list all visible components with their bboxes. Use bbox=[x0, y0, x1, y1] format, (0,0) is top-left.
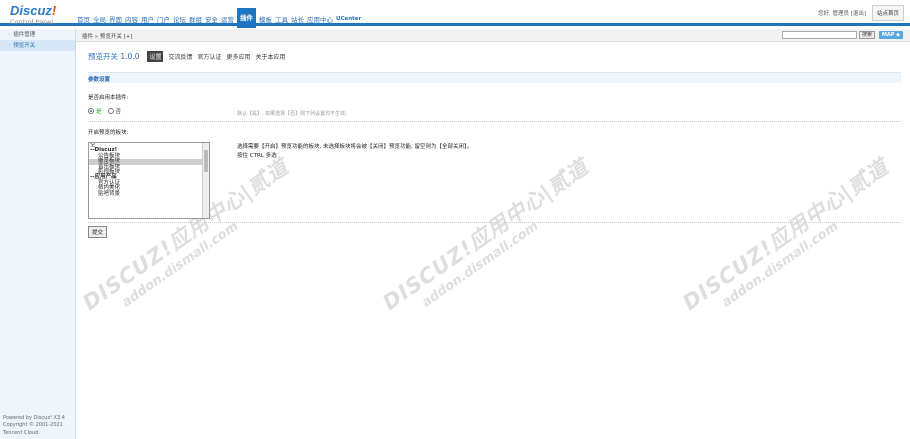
tab-feedback[interactable]: 交流反馈 bbox=[168, 52, 192, 61]
section-header: 参数设置 bbox=[88, 72, 901, 83]
copyright: Copyright © 2001-2021 bbox=[3, 422, 63, 428]
main-nav: 首页 全局 界面 内容 用户 门户 论坛 群组 安全 运营 插件 模板 工具 站… bbox=[77, 8, 364, 28]
tip-line: 按住 CTRL 多选 bbox=[237, 153, 277, 159]
top-header: Discuz! Control Panel 首页 全局 界面 内容 用户 门户 … bbox=[0, 0, 910, 28]
powered-by: Powered by Discuz! X3.4 bbox=[3, 414, 65, 421]
nav-ucenter[interactable]: UCenter bbox=[336, 16, 361, 22]
enable-plugin-tip: 默认【是】, 如果选择【否】则下列设置均不生效。 bbox=[237, 111, 351, 117]
radio-yes[interactable] bbox=[88, 108, 94, 114]
tip-line: 选择需要【开启】预览功能的板块, 未选择板块将会被【关闭】预览功能, 留空则为【… bbox=[237, 144, 473, 150]
forum-select-tip: 选择需要【开启】预览功能的板块, 未选择板块将会被【关闭】预览功能, 留空则为【… bbox=[237, 143, 472, 161]
watermark-text: DISCUZ!应用中心|贰道 bbox=[378, 154, 594, 315]
section-title: 参数设置 bbox=[88, 77, 111, 83]
nav-founder[interactable]: 站长 bbox=[291, 14, 304, 24]
watermark: DISCUZ!应用中心|贰道 addon.dismall.com bbox=[676, 151, 903, 329]
sidebar-item-label: 预览开关 bbox=[13, 43, 36, 49]
sidebar-item-label: 插件管理 bbox=[13, 32, 36, 38]
tab-more-apps[interactable]: 更多应用 bbox=[227, 52, 251, 61]
scroll-thumb[interactable] bbox=[204, 150, 208, 172]
divider bbox=[88, 121, 901, 122]
sidebar-item-preview-switch[interactable]: ◦ 预览开关 bbox=[0, 40, 75, 51]
nav-home[interactable]: 首页 bbox=[77, 14, 90, 24]
radio-yes-label[interactable]: 是 bbox=[96, 107, 102, 115]
plugin-name: 预览开关 1.0.0 bbox=[88, 52, 140, 61]
forum-select-label: 开启预览的板块: bbox=[88, 130, 129, 136]
sidebar-item-plugin-manage[interactable]: ◦ 插件管理 bbox=[0, 29, 75, 40]
submit-button[interactable]: 提交 bbox=[88, 226, 108, 238]
nav-template[interactable]: 模板 bbox=[259, 14, 272, 24]
nav-plugin[interactable]: 插件 bbox=[237, 8, 256, 28]
company[interactable]: Tencent Cloud. bbox=[3, 430, 65, 438]
nav-forum[interactable]: 论坛 bbox=[173, 14, 186, 24]
search-button[interactable]: 搜索 bbox=[858, 31, 875, 39]
search-input[interactable] bbox=[782, 31, 857, 39]
sidebar-footer: Powered by Discuz! X3.4 Copyright © 2001… bbox=[3, 415, 65, 438]
nav-global[interactable]: 全局 bbox=[93, 14, 106, 24]
select-options: 空 --Discuz! 公告板块 嵌览板块 音乐板块 影视板块 --应用产品 官方认证 帖内美化… bbox=[89, 143, 209, 197]
forum-multi-select[interactable]: 空 --Discuz! 公告板块 嵌览板块 音乐板块 影视板块 --应用产品 官方认证 帖内美化… bbox=[88, 142, 210, 219]
nav-extended[interactable]: 运营 bbox=[221, 14, 234, 24]
user-greeting[interactable]: 您好, 管理员 [退出] bbox=[818, 9, 866, 17]
nav-content[interactable]: 内容 bbox=[125, 14, 138, 24]
divider bbox=[88, 222, 901, 223]
main-content: DISCUZ!应用中心|贰道 addon.dismall.com DISCUZ!… bbox=[76, 42, 910, 439]
bullet-icon: ◦ bbox=[8, 43, 12, 49]
nav-user[interactable]: 用户 bbox=[141, 14, 154, 24]
bullet-icon: ◦ bbox=[8, 32, 12, 38]
tab-official-certification[interactable]: 官方认证 bbox=[198, 52, 222, 61]
breadcrumb-bar: 插件 » 预览开关 [+] 搜索 MAP ◆ bbox=[76, 29, 910, 42]
site-home-button[interactable]: 站点首页 bbox=[871, 5, 904, 21]
nav-portal[interactable]: 门户 bbox=[157, 14, 170, 24]
enable-radio-group: 是 否 bbox=[88, 107, 121, 115]
logo-subtitle: Control Panel bbox=[10, 18, 54, 26]
tab-settings[interactable]: 设置 bbox=[147, 51, 164, 62]
select-scrollbar[interactable] bbox=[202, 143, 209, 218]
watermark-text: DISCUZ!应用中心|贰道 bbox=[678, 154, 894, 315]
logo-text: Discuz bbox=[10, 3, 52, 18]
left-sidebar: ◦ 插件管理 ◦ 预览开关 Powered by Discuz! X3.4 Copy… bbox=[0, 29, 76, 439]
nav-group[interactable]: 群组 bbox=[189, 14, 202, 24]
breadcrumb[interactable]: 插件 » 预览开关 [+] bbox=[82, 32, 133, 40]
logo-bang: ! bbox=[51, 3, 57, 18]
radio-no-label[interactable]: 否 bbox=[116, 107, 122, 115]
map-button[interactable]: MAP ◆ bbox=[878, 31, 903, 39]
nav-safe[interactable]: 安全 bbox=[205, 14, 218, 24]
nav-tools[interactable]: 工具 bbox=[275, 14, 288, 24]
discuz-logo[interactable]: Discuz! Control Panel bbox=[10, 3, 66, 26]
enable-plugin-label: 是否启用本插件: bbox=[88, 95, 129, 101]
select-option[interactable]: 贴吧背景 bbox=[89, 191, 209, 197]
tab-about[interactable]: 关于本应用 bbox=[256, 52, 286, 61]
radio-no[interactable] bbox=[107, 108, 114, 114]
plugin-title-row: 预览开关 1.0.0 设置 交流反馈 官方认证 更多应用 关于本应用 bbox=[88, 51, 291, 62]
nav-style[interactable]: 界面 bbox=[109, 14, 122, 24]
watermark: DISCUZ!应用中心|贰道 addon.dismall.com bbox=[376, 151, 603, 329]
nav-cloudaddons[interactable]: 应用中心 bbox=[307, 14, 333, 24]
